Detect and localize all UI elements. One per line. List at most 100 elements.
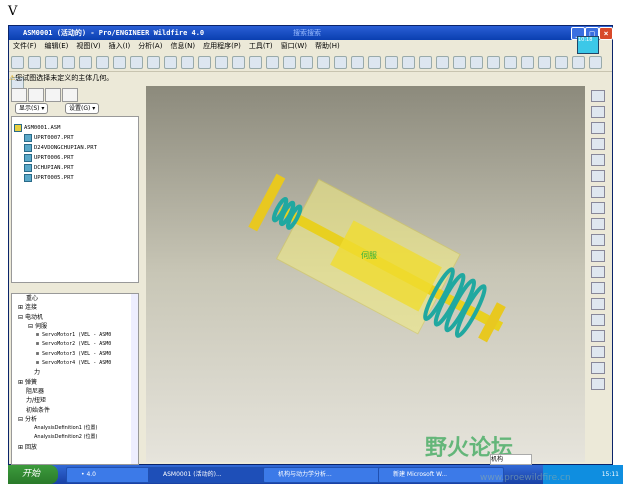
sketch-tool-icon[interactable] xyxy=(591,346,605,358)
mech-item[interactable]: 力 xyxy=(12,368,138,377)
print-icon[interactable] xyxy=(62,56,75,69)
damper-icon[interactable] xyxy=(591,234,605,246)
tree-item-part[interactable]: UPRT0007.PRT xyxy=(12,133,138,143)
wireframe-icon[interactable] xyxy=(453,56,466,69)
new-icon[interactable] xyxy=(11,56,24,69)
zoom-out-icon[interactable] xyxy=(368,56,381,69)
undo-icon[interactable] xyxy=(79,56,92,69)
datum-planes-icon[interactable] xyxy=(521,56,534,69)
annotations-icon[interactable] xyxy=(589,56,602,69)
tree-item-part[interactable]: D24VDONGCHUPIAN.PRT xyxy=(12,143,138,153)
tree-item-assembly[interactable]: ASM0001.ASM xyxy=(12,123,138,133)
mech-item[interactable]: ⊞ 连接 xyxy=(12,303,138,312)
mech-tool-icon[interactable] xyxy=(591,154,605,166)
mech-item[interactable]: AnalysisDefinition2 (位置) xyxy=(12,433,138,442)
mechanism-tree-scrollbar[interactable] xyxy=(131,294,138,464)
mech-item[interactable]: 初始条件 xyxy=(12,406,138,415)
orient-icon[interactable] xyxy=(317,56,330,69)
settings-dropdown[interactable]: 设置(G) ▾ xyxy=(65,103,100,114)
binoculars-icon[interactable] xyxy=(232,56,245,69)
menu-file[interactable]: 文件(F) xyxy=(13,42,37,50)
mech-item[interactable]: 力/扭矩 xyxy=(12,396,138,405)
taskbar-item-proe[interactable]: ASM0001 (活动的)... xyxy=(148,467,274,483)
mech-item[interactable]: ⊞ 弹簧 xyxy=(12,378,138,387)
force-icon[interactable] xyxy=(591,250,605,262)
csys-icon[interactable] xyxy=(572,56,585,69)
mech-item[interactable]: ⊟ 伺服 xyxy=(12,322,138,331)
redo-icon[interactable] xyxy=(96,56,109,69)
tree-item-part[interactable]: UPRT0006.PRT xyxy=(12,153,138,163)
mech-item[interactable]: ⊟ 电动机 xyxy=(12,313,138,322)
hidden-line-icon[interactable] xyxy=(470,56,483,69)
mech-item[interactable]: ⊞ ServoMotor1 (VEL - ASM0 xyxy=(12,331,138,340)
close-button[interactable]: × xyxy=(599,27,613,40)
tree-item-part[interactable]: DCHUPIAN.PRT xyxy=(12,163,138,173)
shading-icon[interactable] xyxy=(504,56,517,69)
paste-special-icon[interactable] xyxy=(164,56,177,69)
mech-item[interactable]: 重心 xyxy=(12,294,138,303)
taskbar-item-doc[interactable]: 机构与动力学分析... xyxy=(263,467,389,483)
initial-condition-icon[interactable] xyxy=(591,266,605,278)
mass-icon[interactable] xyxy=(591,282,605,294)
saved-views-icon[interactable] xyxy=(419,56,432,69)
search-tab[interactable]: 搜索搜索 xyxy=(293,26,321,40)
connections-tab[interactable] xyxy=(62,88,78,102)
menu-help[interactable]: 帮助(H) xyxy=(315,42,340,50)
model-tree-tab[interactable] xyxy=(11,88,27,102)
mech-item[interactable]: ⊞ 回放 xyxy=(12,443,138,452)
menu-tools[interactable]: 工具(T) xyxy=(249,42,273,50)
refit-icon[interactable] xyxy=(385,56,398,69)
layers-icon[interactable] xyxy=(436,56,449,69)
menu-edit[interactable]: 编辑(E) xyxy=(45,42,69,50)
mech-tool-icon[interactable] xyxy=(591,138,605,150)
taskbar-item-folder[interactable]: • 4.0 xyxy=(66,467,152,483)
menu-window[interactable]: 窗口(W) xyxy=(281,42,307,50)
model-tree-icon[interactable] xyxy=(266,56,279,69)
mech-tool-icon[interactable] xyxy=(591,90,605,102)
mech-tool-icon[interactable] xyxy=(591,122,605,134)
search-input[interactable]: 机构 xyxy=(490,454,532,465)
menu-view[interactable]: 视图(V) xyxy=(76,42,100,50)
sketch-tool-icon[interactable] xyxy=(591,362,605,374)
mech-item[interactable]: ⊞ ServoMotor3 (VEL - ASM0 xyxy=(12,350,138,359)
mech-item[interactable]: 阻尼器 xyxy=(12,387,138,396)
mech-tool-icon[interactable] xyxy=(591,186,605,198)
start-button[interactable]: 开始 xyxy=(8,465,58,484)
mech-item[interactable]: ⊟ 分析 xyxy=(12,415,138,424)
sketch-tool-icon[interactable] xyxy=(591,330,605,342)
regenerate-icon[interactable] xyxy=(181,56,194,69)
zoom-in-icon[interactable] xyxy=(351,56,364,69)
cut-icon[interactable] xyxy=(113,56,126,69)
select-box-icon[interactable] xyxy=(249,56,262,69)
pan-icon[interactable] xyxy=(334,56,347,69)
datum-points-icon[interactable] xyxy=(555,56,568,69)
favorites-tab[interactable] xyxy=(45,88,61,102)
sketch-tool-icon[interactable] xyxy=(591,298,605,310)
reorient-icon[interactable] xyxy=(402,56,415,69)
tree-item-part[interactable]: UPRT0005.PRT xyxy=(12,173,138,183)
mech-item[interactable]: ⊞ ServoMotor4 (VEL - ASM0 xyxy=(12,359,138,368)
datum-axes-icon[interactable] xyxy=(538,56,551,69)
mech-tool-icon[interactable] xyxy=(591,106,605,118)
repaint-icon[interactable] xyxy=(283,56,296,69)
menu-info[interactable]: 信息(N) xyxy=(170,42,195,50)
sketch-tool-icon[interactable] xyxy=(591,378,605,390)
sketch-tool-icon[interactable] xyxy=(591,314,605,326)
regen-manager-icon[interactable] xyxy=(198,56,211,69)
mech-item[interactable]: AnalysisDefinition1 (位置) xyxy=(12,424,138,433)
paste-icon[interactable] xyxy=(147,56,160,69)
menu-applications[interactable]: 应用程序(P) xyxy=(203,42,241,50)
no-hidden-icon[interactable] xyxy=(487,56,500,69)
copy-icon[interactable] xyxy=(130,56,143,69)
find-icon[interactable] xyxy=(215,56,228,69)
save-icon[interactable] xyxy=(45,56,58,69)
mech-item[interactable]: ⊞ ServoMotor2 (VEL - ASM0 xyxy=(12,340,138,349)
graphics-viewport[interactable]: 伺服 xyxy=(146,86,585,462)
menu-insert[interactable]: 插入(I) xyxy=(109,42,131,50)
spring-icon[interactable] xyxy=(591,218,605,230)
open-icon[interactable] xyxy=(28,56,41,69)
spin-center-icon[interactable] xyxy=(300,56,313,69)
menu-analysis[interactable]: 分析(A) xyxy=(138,42,162,50)
mech-tool-icon[interactable] xyxy=(591,170,605,182)
folder-browser-tab[interactable] xyxy=(28,88,44,102)
